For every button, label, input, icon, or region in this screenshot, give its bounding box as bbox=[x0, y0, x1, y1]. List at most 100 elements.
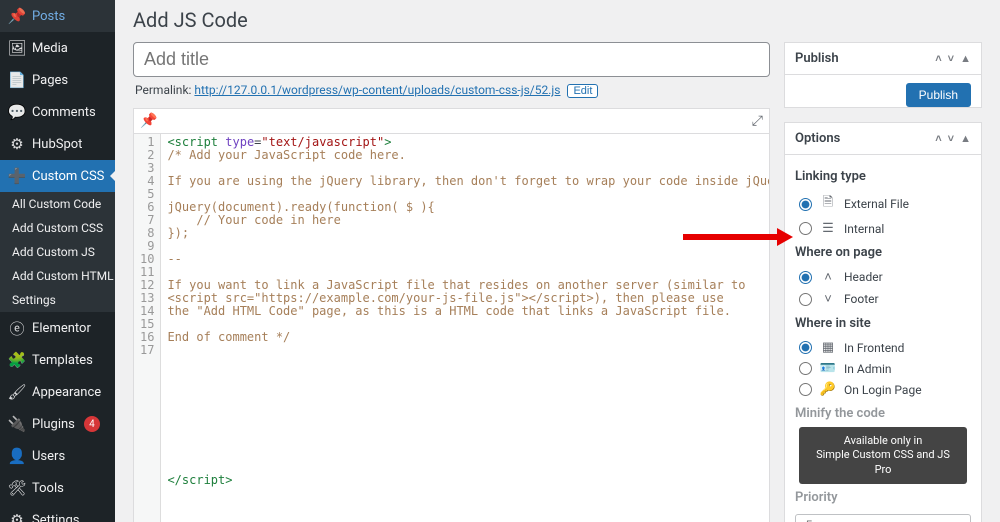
gear-icon: ⚙ bbox=[8, 511, 26, 522]
nav-label: Media bbox=[32, 41, 68, 56]
comments-icon: 💬 bbox=[8, 103, 26, 121]
subnav-add-js[interactable]: Add Custom JS bbox=[0, 240, 115, 264]
nav-submenu: All Custom Code Add Custom CSS Add Custo… bbox=[0, 192, 115, 312]
nav-label: Users bbox=[32, 449, 65, 464]
nav-label: Plugins bbox=[32, 417, 75, 432]
nav-hubspot[interactable]: ⚙ HubSpot bbox=[0, 128, 115, 160]
nav-label: Pages bbox=[32, 73, 68, 88]
caret-icon[interactable]: ▲ bbox=[960, 132, 971, 145]
opt-login[interactable]: 🔑 On Login Page bbox=[795, 379, 971, 400]
media-icon: 🖼 bbox=[8, 39, 26, 57]
nav-settings[interactable]: ⚙ Settings bbox=[0, 504, 115, 522]
radio-footer[interactable] bbox=[799, 293, 812, 306]
subnav-all-code[interactable]: All Custom Code bbox=[0, 192, 115, 216]
opt-external-file[interactable]: 🗎 External File bbox=[795, 190, 971, 218]
nav-elementor[interactable]: ⓔ Elementor bbox=[0, 312, 115, 344]
nav-label: Elementor bbox=[32, 321, 91, 336]
linking-type-title: Linking type bbox=[795, 169, 971, 184]
code-editor: 📌 ⤢ 1 2 3 4 5 6 7 8 9 10 11 12 13 14 15 … bbox=[133, 108, 770, 522]
nav-label: Appearance bbox=[32, 385, 101, 400]
hubspot-icon: ⚙ bbox=[8, 135, 26, 153]
file-icon: 🗎 bbox=[820, 193, 836, 215]
chevron-up-icon[interactable]: ˄ bbox=[935, 52, 941, 65]
line-gutter: 1 2 3 4 5 6 7 8 9 10 11 12 13 14 15 16 1… bbox=[134, 134, 161, 522]
nav-templates[interactable]: 🧩 Templates bbox=[0, 344, 115, 376]
nav-label: Custom CSS & JS bbox=[32, 169, 107, 184]
nav-comments[interactable]: 💬 Comments bbox=[0, 96, 115, 128]
subnav-settings[interactable]: Settings bbox=[0, 288, 115, 312]
users-icon: 👤 bbox=[8, 447, 26, 465]
opt-label: On Login Page bbox=[844, 383, 922, 397]
nav-pages[interactable]: 📄 Pages bbox=[0, 64, 115, 96]
plus-icon: ➕ bbox=[8, 167, 26, 185]
priority-select[interactable]: 5 bbox=[795, 514, 971, 522]
nav-plugins[interactable]: 🔌 Plugins 4 bbox=[0, 408, 115, 440]
up-icon: ˄ bbox=[820, 269, 836, 285]
options-panel-title: Options bbox=[795, 131, 840, 146]
key-icon: 🔑 bbox=[820, 382, 836, 397]
templates-icon: 🧩 bbox=[8, 351, 26, 369]
pro-tooltip: Available only in Simple Custom CSS and … bbox=[799, 427, 967, 484]
radio-external[interactable] bbox=[799, 198, 812, 211]
radio-frontend[interactable] bbox=[799, 341, 812, 354]
opt-header[interactable]: ˄Header bbox=[795, 266, 971, 288]
lines-icon: ☰ bbox=[820, 221, 836, 236]
pro-msg-2: Simple Custom CSS and JS Pro bbox=[809, 448, 957, 477]
permalink-edit-button[interactable]: Edit bbox=[567, 84, 598, 98]
id-icon: 🪪 bbox=[820, 361, 836, 376]
nav-appearance[interactable]: 🖌 Appearance bbox=[0, 376, 115, 408]
plug-icon: 🔌 bbox=[8, 415, 26, 433]
opt-admin[interactable]: 🪪 In Admin bbox=[795, 358, 971, 379]
opt-internal[interactable]: ☰ Internal bbox=[795, 218, 971, 239]
pages-icon: 📄 bbox=[8, 71, 26, 89]
code-content[interactable]: <script type="text/javascript"> /* Add y… bbox=[161, 134, 769, 522]
caret-icon[interactable]: ▲ bbox=[960, 52, 971, 65]
minify-title: Minify the code bbox=[795, 406, 971, 421]
opt-label: In Admin bbox=[844, 362, 892, 376]
fullscreen-icon[interactable]: ⤢ bbox=[752, 113, 763, 129]
opt-label: Internal bbox=[844, 222, 884, 236]
radio-internal[interactable] bbox=[799, 222, 812, 235]
nav-label: Settings bbox=[32, 513, 79, 522]
nav-label: Templates bbox=[32, 353, 93, 368]
radio-header[interactable] bbox=[799, 271, 812, 284]
chevron-down-icon[interactable]: ˅ bbox=[948, 132, 954, 145]
opt-label: In Frontend bbox=[844, 341, 904, 355]
down-icon: ˅ bbox=[820, 291, 836, 307]
title-input[interactable] bbox=[133, 42, 770, 77]
code-area[interactable]: 1 2 3 4 5 6 7 8 9 10 11 12 13 14 15 16 1… bbox=[134, 134, 769, 522]
pin-icon: 📌 bbox=[8, 7, 26, 25]
page-title: Add JS Code bbox=[133, 8, 982, 32]
nav-label: Comments bbox=[32, 105, 96, 120]
nav-custom-css-js[interactable]: ➕ Custom CSS & JS bbox=[0, 160, 115, 192]
nav-tools[interactable]: 🛠Tools bbox=[0, 472, 115, 504]
where-on-page-title: Where on page bbox=[795, 245, 971, 260]
permalink-link[interactable]: http://127.0.0.1/wordpress/wp-content/up… bbox=[194, 83, 560, 97]
brush-icon: 🖌 bbox=[8, 383, 26, 401]
radio-login[interactable] bbox=[799, 383, 812, 396]
nav-users[interactable]: 👤 Users bbox=[0, 440, 115, 472]
pro-msg-1: Available only in bbox=[809, 434, 957, 448]
radio-admin[interactable] bbox=[799, 362, 812, 375]
elementor-icon: ⓔ bbox=[8, 319, 26, 337]
subnav-add-css[interactable]: Add Custom CSS bbox=[0, 216, 115, 240]
chevron-up-icon[interactable]: ˄ bbox=[935, 132, 941, 145]
opt-footer[interactable]: ˅ Footer bbox=[795, 288, 971, 310]
nav-media[interactable]: 🖼 Media bbox=[0, 32, 115, 64]
nav-label: Posts bbox=[32, 9, 65, 24]
opt-frontend[interactable]: ▦ In Frontend bbox=[795, 337, 971, 358]
subnav-add-html[interactable]: Add Custom HTML bbox=[0, 264, 115, 288]
where-in-site-title: Where in site bbox=[795, 316, 971, 331]
nav-label: HubSpot bbox=[32, 137, 82, 152]
nav-label: Tools bbox=[32, 481, 64, 496]
permalink-row: Permalink: http://127.0.0.1/wordpress/wp… bbox=[133, 77, 770, 104]
publish-button[interactable]: Publish bbox=[906, 83, 971, 107]
chevron-down-icon[interactable]: ˅ bbox=[948, 52, 954, 65]
plugins-update-badge: 4 bbox=[84, 416, 100, 432]
permalink-label: Permalink: bbox=[135, 83, 191, 97]
nav-posts[interactable]: 📌 Posts bbox=[0, 0, 115, 32]
opt-label: External File bbox=[844, 197, 909, 211]
opt-label: Footer bbox=[844, 292, 879, 306]
layout-icon: ▦ bbox=[820, 340, 836, 355]
pin-editor-icon[interactable]: 📌 bbox=[140, 113, 157, 129]
